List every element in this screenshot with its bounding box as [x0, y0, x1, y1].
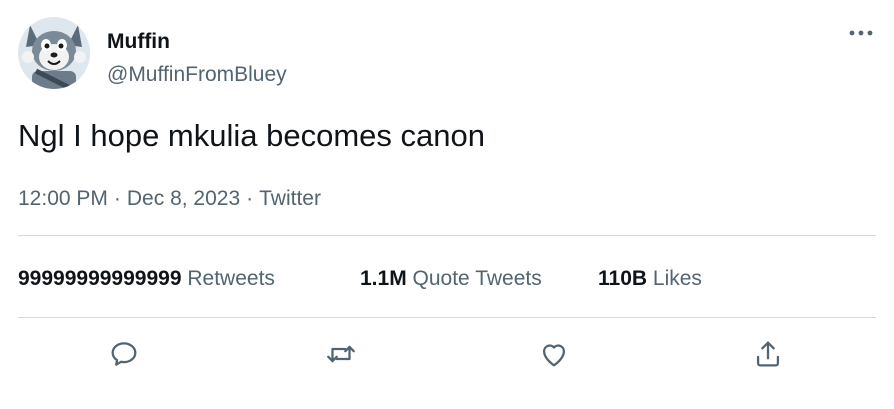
divider [18, 235, 876, 236]
cartoon-dog-avatar-icon [18, 17, 90, 89]
tweet-meta: 12:00 PM · Dec 8, 2023 · Twitter [18, 186, 321, 212]
like-icon [542, 344, 566, 367]
likes-count: 110B [598, 267, 648, 290]
meta-separator: · [246, 187, 254, 210]
tweet-time[interactable]: 12:00 PM [18, 187, 108, 210]
quote-tweets-stat[interactable]: 1.1M Quote Tweets [360, 265, 542, 293]
more-options-button[interactable] [844, 18, 878, 48]
quote-tweets-label: Quote Tweets [412, 267, 542, 290]
retweets-label: Retweets [187, 267, 275, 290]
divider [18, 317, 876, 318]
reply-icon [111, 342, 137, 366]
likes-label: Likes [652, 267, 702, 290]
tweet-date[interactable]: Dec 8, 2023 [127, 187, 240, 210]
likes-stat[interactable]: 110B Likes [598, 265, 702, 293]
tweet-card: Muffin @MuffinFromBluey Ngl I hope mkuli… [0, 0, 894, 409]
retweets-stat[interactable]: 99999999999999 Retweets [18, 265, 275, 293]
share-button[interactable] [751, 337, 785, 371]
retweet-button[interactable] [324, 337, 358, 371]
tweet-text: Ngl I hope mkulia becomes canon [18, 118, 485, 153]
meta-separator: · [113, 187, 121, 210]
tweet-source[interactable]: Twitter [259, 187, 321, 210]
retweets-count: 99999999999999 [18, 267, 182, 290]
like-button[interactable] [537, 337, 571, 371]
avatar[interactable] [18, 17, 90, 89]
more-options-icon [849, 30, 873, 36]
display-name[interactable]: Muffin [107, 30, 170, 54]
quote-tweets-count: 1.1M [360, 267, 407, 290]
share-icon [756, 341, 780, 367]
retweet-icon [327, 345, 355, 363]
user-handle[interactable]: @MuffinFromBluey [107, 62, 287, 88]
reply-button[interactable] [107, 337, 141, 371]
